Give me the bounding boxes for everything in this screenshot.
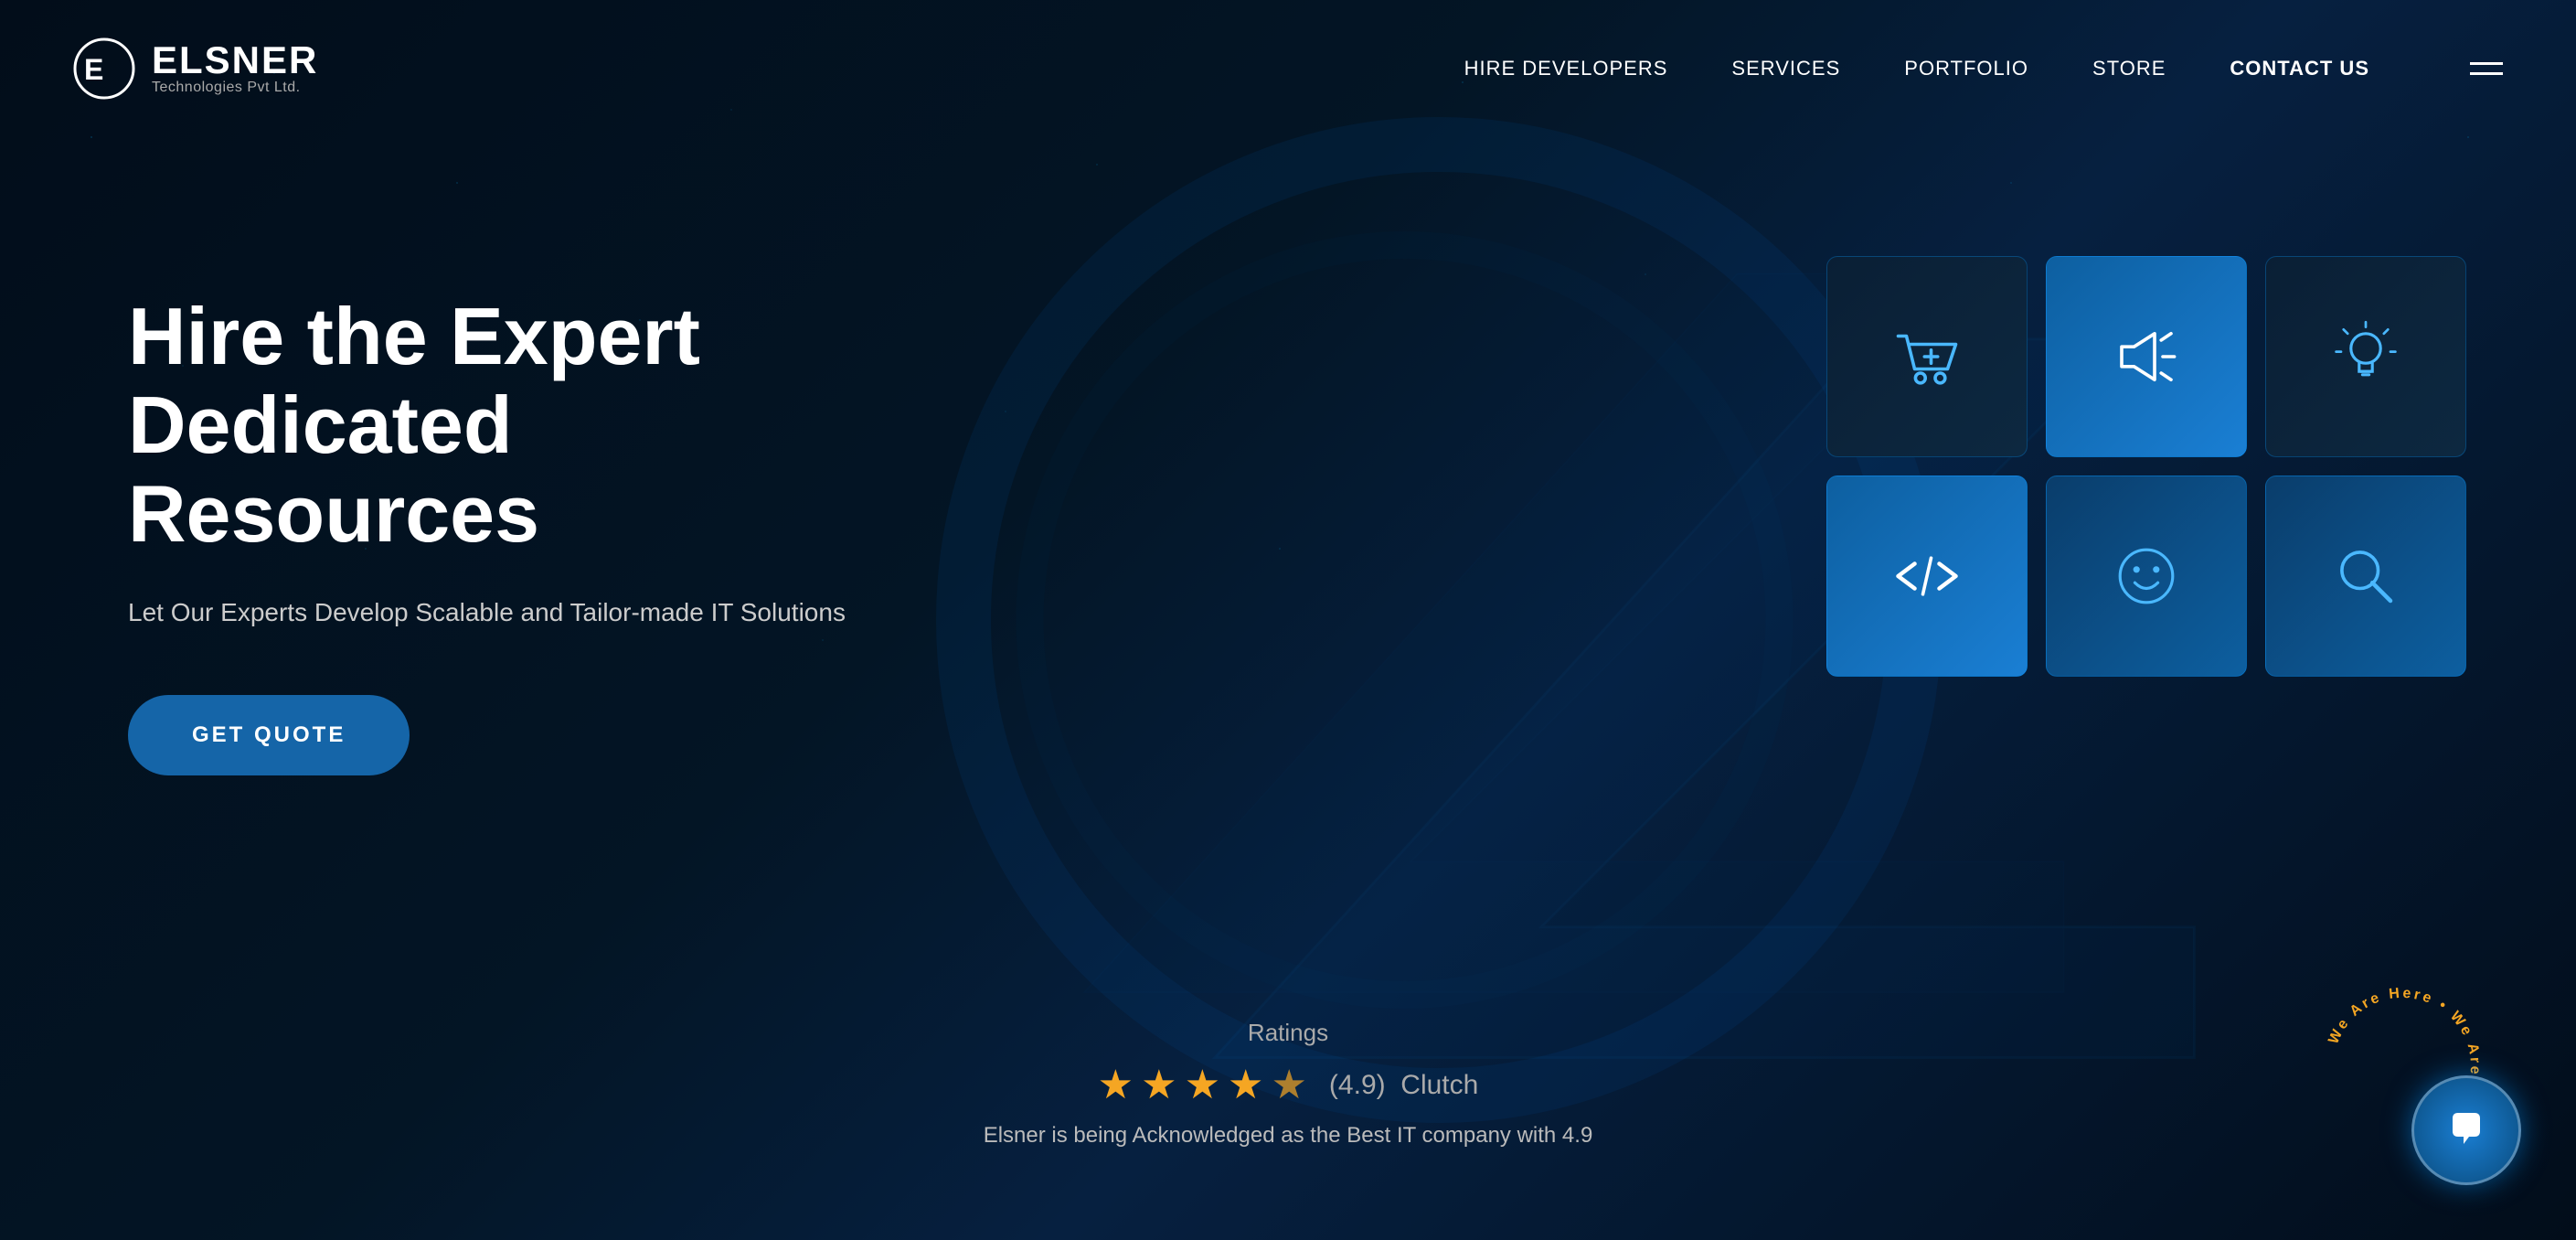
logo[interactable]: E ELSNER Technologies Pvt Ltd. [73, 37, 318, 100]
lightbulb-icon [2325, 315, 2407, 398]
hamburger-line-1 [2470, 62, 2503, 65]
svg-text:E: E [84, 53, 103, 86]
service-card-ideas[interactable] [2265, 256, 2466, 457]
hero-title: Hire the Expert Dedicated Resources [128, 293, 859, 558]
nav-services[interactable]: SERVICES [1731, 57, 1840, 80]
brand-tagline: Technologies Pvt Ltd. [152, 80, 318, 96]
ratings-label: Ratings [984, 1019, 1593, 1047]
nav-links: HIRE DEVELOPERS SERVICES PORTFOLIO STORE… [1464, 57, 2503, 80]
get-quote-button[interactable]: GET QUOTE [128, 695, 410, 775]
smiley-icon [2105, 535, 2187, 617]
ratings-description: Elsner is being Acknowledged as the Best… [984, 1123, 1593, 1149]
chat-widget[interactable] [2411, 1075, 2521, 1185]
stars-row: ★ ★ ★ ★ ★ (4.9) Clutch [984, 1062, 1593, 1108]
service-card-marketing[interactable] [2046, 256, 2247, 457]
search-icon [2325, 535, 2407, 617]
hero-subtitle: Let Our Experts Develop Scalable and Tai… [128, 594, 859, 630]
cart-icon [1886, 315, 1968, 398]
hero-section: E ELSNER Technologies Pvt Ltd. HIRE DEVE… [0, 0, 2576, 1240]
nav-contact-us[interactable]: CONTACT US [2230, 57, 2369, 80]
navbar: E ELSNER Technologies Pvt Ltd. HIRE DEVE… [0, 0, 2576, 137]
ratings-score: (4.9) Clutch [1329, 1070, 1478, 1101]
megaphone-icon [2105, 315, 2187, 398]
star-3: ★ [1185, 1062, 1220, 1108]
service-card-search[interactable] [2265, 476, 2466, 677]
service-cards-grid [1826, 256, 2466, 677]
service-card-support[interactable] [2046, 476, 2247, 677]
hamburger-line-2 [2470, 72, 2503, 75]
code-icon [1886, 535, 1968, 617]
hamburger-menu[interactable] [2470, 62, 2503, 75]
nav-hire-developers[interactable]: HIRE DEVELOPERS [1464, 57, 1668, 80]
star-1: ★ [1098, 1062, 1134, 1108]
brand-name: ELSNER [152, 41, 318, 80]
star-4: ★ [1228, 1062, 1263, 1108]
star-2: ★ [1141, 1062, 1176, 1108]
hero-content: Hire the Expert Dedicated Resources Let … [128, 293, 859, 775]
service-card-development[interactable] [1826, 476, 2028, 677]
service-card-ecommerce[interactable] [1826, 256, 2028, 457]
logo-icon: E [73, 37, 135, 100]
ratings-section: Ratings ★ ★ ★ ★ ★ (4.9) Clutch Elsner is… [984, 1019, 1593, 1149]
nav-portfolio[interactable]: PORTFOLIO [1904, 57, 2028, 80]
nav-store[interactable]: STORE [2092, 57, 2166, 80]
chat-icon [2443, 1107, 2489, 1153]
logo-text: ELSNER Technologies Pvt Ltd. [152, 41, 318, 96]
star-half: ★ [1271, 1062, 1306, 1108]
